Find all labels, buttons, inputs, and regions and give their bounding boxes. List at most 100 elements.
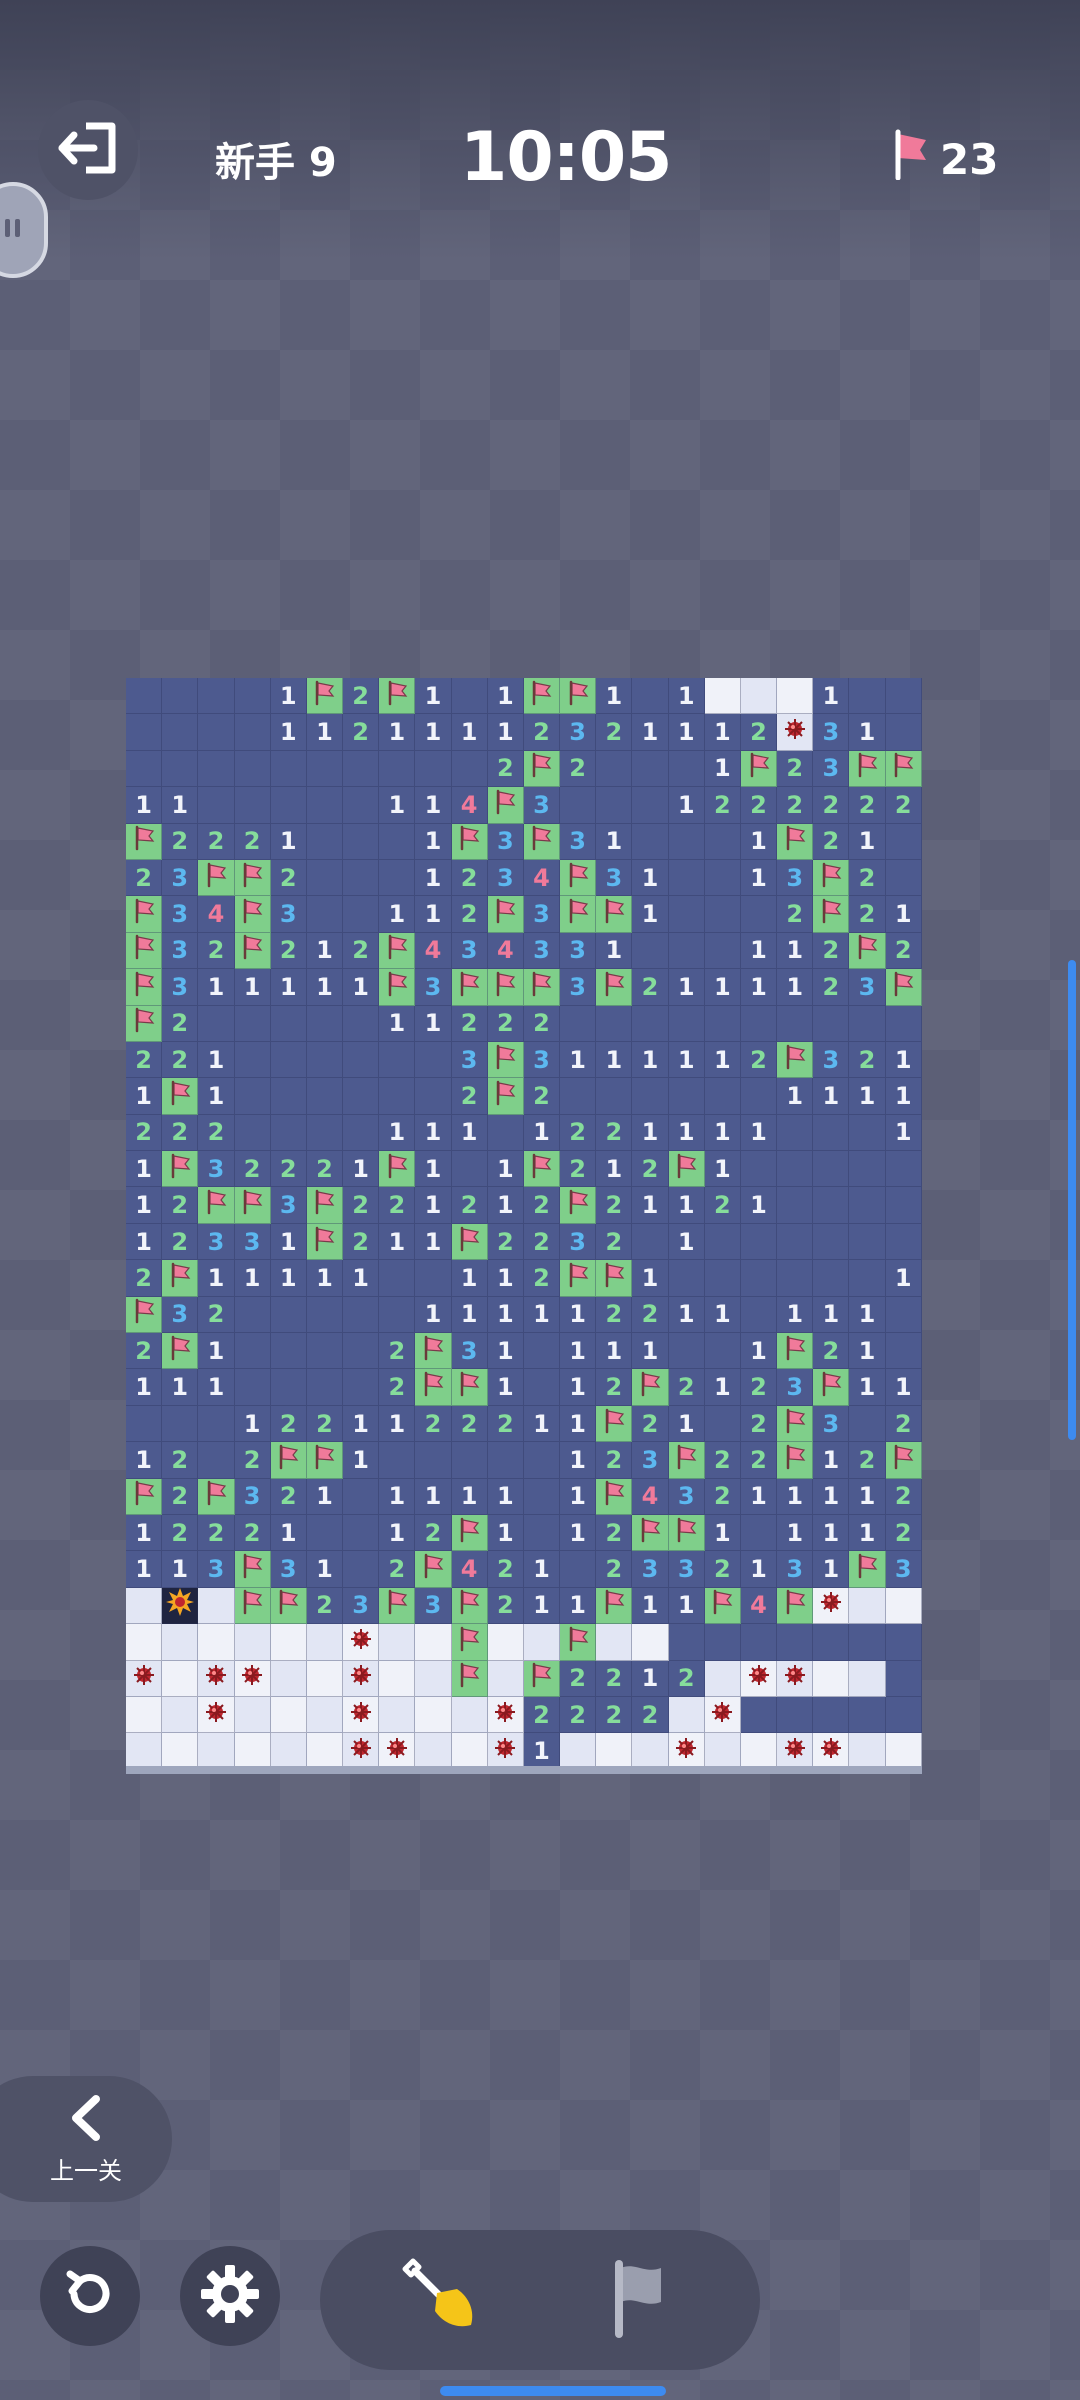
- number-cell[interactable]: 4: [415, 932, 452, 970]
- empty-cell[interactable]: [234, 678, 271, 715]
- empty-cell[interactable]: [343, 1551, 380, 1588]
- number-cell[interactable]: 2: [162, 1041, 199, 1079]
- flagged-cell[interactable]: [379, 1151, 416, 1188]
- number-cell[interactable]: 2: [126, 1041, 163, 1079]
- hidden-cell[interactable]: [198, 1624, 235, 1661]
- number-cell[interactable]: 2: [306, 1587, 344, 1625]
- hidden-cell[interactable]: [451, 1696, 488, 1734]
- empty-cell[interactable]: [379, 823, 416, 860]
- empty-cell[interactable]: [379, 750, 416, 788]
- empty-cell[interactable]: [379, 1041, 416, 1079]
- number-cell[interactable]: 2: [162, 1442, 199, 1479]
- number-cell[interactable]: 3: [234, 1478, 271, 1515]
- hidden-cell[interactable]: [813, 1660, 850, 1697]
- number-cell[interactable]: 2: [306, 1151, 344, 1188]
- flagged-cell[interactable]: [487, 1078, 524, 1115]
- number-cell[interactable]: 1: [198, 969, 235, 1006]
- number-cell[interactable]: 1: [885, 1114, 922, 1152]
- empty-cell[interactable]: [234, 1333, 271, 1370]
- number-cell[interactable]: 2: [849, 1442, 886, 1479]
- number-cell[interactable]: 2: [632, 1296, 669, 1334]
- number-cell[interactable]: 4: [451, 787, 488, 824]
- flagged-cell[interactable]: [198, 1478, 235, 1515]
- empty-cell[interactable]: [777, 1624, 814, 1661]
- empty-cell[interactable]: [523, 1333, 561, 1370]
- empty-cell[interactable]: [849, 1696, 886, 1734]
- number-cell[interactable]: 1: [379, 1005, 416, 1042]
- flagged-cell[interactable]: [415, 1551, 452, 1588]
- number-cell[interactable]: 1: [451, 1296, 488, 1334]
- number-cell[interactable]: 1: [270, 1260, 307, 1297]
- mine-cell[interactable]: [487, 1733, 524, 1770]
- hidden-cell[interactable]: [198, 1587, 235, 1625]
- number-cell[interactable]: 2: [596, 1223, 633, 1261]
- number-cell[interactable]: 2: [560, 1696, 597, 1734]
- number-cell[interactable]: 1: [487, 1151, 524, 1188]
- number-cell[interactable]: 1: [596, 678, 633, 715]
- number-cell[interactable]: 1: [813, 678, 850, 715]
- number-cell[interactable]: 2: [415, 1405, 452, 1443]
- number-cell[interactable]: 3: [270, 896, 307, 933]
- number-cell[interactable]: 1: [306, 1478, 344, 1515]
- number-cell[interactable]: 2: [777, 750, 814, 788]
- empty-cell[interactable]: [668, 1333, 705, 1370]
- number-cell[interactable]: 1: [704, 1151, 741, 1188]
- empty-cell[interactable]: [270, 1296, 307, 1334]
- flagged-cell[interactable]: [777, 1405, 814, 1443]
- number-cell[interactable]: 1: [343, 1442, 380, 1479]
- number-cell[interactable]: 2: [270, 1478, 307, 1515]
- empty-cell[interactable]: [451, 1442, 488, 1479]
- flagged-cell[interactable]: [126, 896, 163, 933]
- number-cell[interactable]: 2: [813, 969, 850, 1006]
- hidden-cell[interactable]: [777, 678, 814, 715]
- hidden-cell[interactable]: [487, 1660, 524, 1697]
- hidden-cell[interactable]: [270, 1696, 307, 1734]
- number-cell[interactable]: 1: [668, 1114, 705, 1152]
- empty-cell[interactable]: [126, 1405, 163, 1443]
- number-cell[interactable]: 2: [162, 1187, 199, 1224]
- number-cell[interactable]: 2: [451, 1005, 488, 1042]
- number-cell[interactable]: 1: [704, 1296, 741, 1334]
- flagged-cell[interactable]: [126, 1296, 163, 1334]
- number-cell[interactable]: 1: [668, 1296, 705, 1334]
- number-cell[interactable]: 1: [487, 1478, 524, 1515]
- number-cell[interactable]: 1: [777, 969, 814, 1006]
- empty-cell[interactable]: [668, 1078, 705, 1115]
- hidden-cell[interactable]: [849, 1733, 886, 1770]
- hidden-cell[interactable]: [379, 1624, 416, 1661]
- empty-cell[interactable]: [740, 1260, 778, 1297]
- number-cell[interactable]: 1: [632, 1041, 669, 1079]
- number-cell[interactable]: 2: [885, 932, 922, 970]
- number-cell[interactable]: 1: [343, 1260, 380, 1297]
- number-cell[interactable]: 1: [740, 1114, 778, 1152]
- number-cell[interactable]: 3: [668, 1551, 705, 1588]
- number-cell[interactable]: 1: [451, 714, 488, 751]
- flagged-cell[interactable]: [813, 896, 850, 933]
- number-cell[interactable]: 1: [596, 932, 633, 970]
- number-cell[interactable]: 3: [198, 1151, 235, 1188]
- number-cell[interactable]: 1: [560, 1442, 597, 1479]
- mine-cell[interactable]: [234, 1660, 271, 1697]
- number-cell[interactable]: 2: [234, 1442, 271, 1479]
- hidden-cell[interactable]: [306, 1660, 344, 1697]
- number-cell[interactable]: 1: [632, 1333, 669, 1370]
- empty-cell[interactable]: [523, 1514, 561, 1552]
- number-cell[interactable]: 1: [885, 1369, 922, 1406]
- number-cell[interactable]: 2: [849, 787, 886, 824]
- number-cell[interactable]: 1: [487, 1296, 524, 1334]
- number-cell[interactable]: 2: [343, 1187, 380, 1224]
- empty-cell[interactable]: [740, 896, 778, 933]
- number-cell[interactable]: 1: [415, 1114, 452, 1152]
- number-cell[interactable]: 1: [704, 1041, 741, 1079]
- number-cell[interactable]: 1: [668, 714, 705, 751]
- flagged-cell[interactable]: [126, 1005, 163, 1042]
- number-cell[interactable]: 3: [560, 932, 597, 970]
- number-cell[interactable]: 1: [777, 1296, 814, 1334]
- number-cell[interactable]: 2: [596, 1514, 633, 1552]
- number-cell[interactable]: 3: [162, 896, 199, 933]
- flagged-cell[interactable]: [379, 1587, 416, 1625]
- mine-cell[interactable]: [198, 1696, 235, 1734]
- hidden-cell[interactable]: [740, 1733, 778, 1770]
- hidden-cell[interactable]: [415, 1696, 452, 1734]
- flagged-cell[interactable]: [849, 750, 886, 788]
